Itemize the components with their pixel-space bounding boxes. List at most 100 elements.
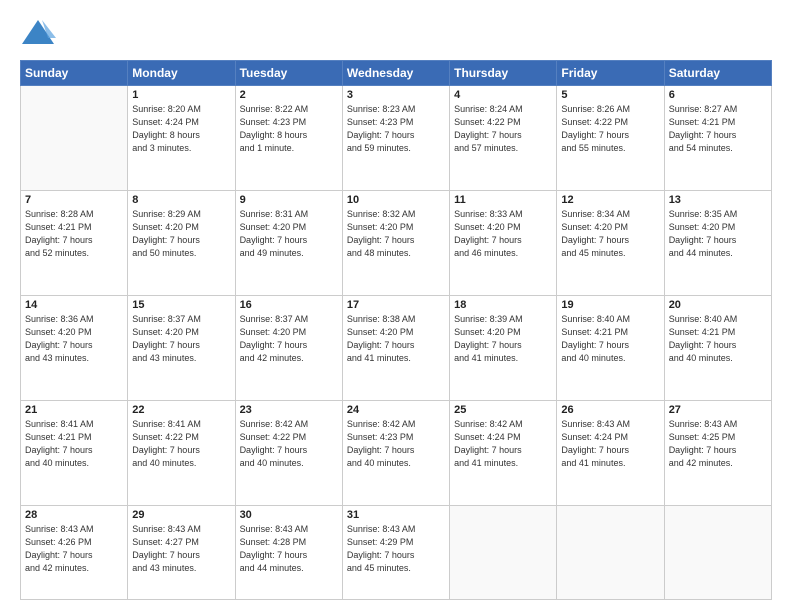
day-number: 31: [347, 509, 445, 521]
calendar-cell: 12Sunrise: 8:34 AMSunset: 4:20 PMDayligh…: [557, 191, 664, 296]
day-number: 30: [240, 509, 338, 521]
logo-icon: [20, 16, 56, 52]
day-number: 16: [240, 299, 338, 311]
day-number: 4: [454, 89, 552, 101]
day-info: Sunrise: 8:27 AMSunset: 4:21 PMDaylight:…: [669, 103, 767, 155]
day-info: Sunrise: 8:26 AMSunset: 4:22 PMDaylight:…: [561, 103, 659, 155]
day-info: Sunrise: 8:29 AMSunset: 4:20 PMDaylight:…: [132, 208, 230, 260]
day-number: 1: [132, 89, 230, 101]
calendar-cell: [450, 506, 557, 600]
day-number: 13: [669, 194, 767, 206]
day-info: Sunrise: 8:32 AMSunset: 4:20 PMDaylight:…: [347, 208, 445, 260]
day-info: Sunrise: 8:28 AMSunset: 4:21 PMDaylight:…: [25, 208, 123, 260]
calendar-cell: [664, 506, 771, 600]
calendar-cell: 9 Sunrise: 8:31 AMSunset: 4:20 PMDaylight…: [235, 191, 342, 296]
calendar-cell: 4 Sunrise: 8:24 AMSunset: 4:22 PMDaylight…: [450, 86, 557, 191]
calendar-cell: 31 Sunrise: 8:43 AMSunset: 4:29 PMDayligh…: [342, 506, 449, 600]
calendar-cell: 2 Sunrise: 8:22 AMSunset: 4:23 PMDaylight…: [235, 86, 342, 191]
weekday-header-row: SundayMondayTuesdayWednesdayThursdayFrid…: [21, 61, 772, 86]
day-number: 7: [25, 194, 123, 206]
calendar-cell: 14 Sunrise: 8:36 AMSunset: 4:20 PMDayligh…: [21, 296, 128, 401]
day-info: Sunrise: 8:31 AMSunset: 4:20 PMDaylight:…: [240, 208, 338, 260]
weekday-header-thursday: Thursday: [450, 61, 557, 86]
day-number: 11: [454, 194, 552, 206]
calendar-week-row: 28Sunrise: 8:43 AMSunset: 4:26 PMDayligh…: [21, 506, 772, 600]
day-info: Sunrise: 8:43 AMSunset: 4:29 PMDaylight:…: [347, 523, 445, 575]
day-number: 24: [347, 404, 445, 416]
day-number: 19: [561, 299, 659, 311]
day-number: 21: [25, 404, 123, 416]
day-number: 6: [669, 89, 767, 101]
day-info: Sunrise: 8:36 AMSunset: 4:20 PMDaylight:…: [25, 313, 123, 365]
calendar-cell: 17 Sunrise: 8:38 AMSunset: 4:20 PMDayligh…: [342, 296, 449, 401]
day-info: Sunrise: 8:40 AMSunset: 4:21 PMDaylight:…: [561, 313, 659, 365]
calendar-cell: 20Sunrise: 8:40 AMSunset: 4:21 PMDayligh…: [664, 296, 771, 401]
day-number: 23: [240, 404, 338, 416]
day-info: Sunrise: 8:20 AMSunset: 4:24 PMDaylight:…: [132, 103, 230, 155]
day-number: 14: [25, 299, 123, 311]
calendar-cell: 25 Sunrise: 8:42 AMSunset: 4:24 PMDayligh…: [450, 401, 557, 506]
calendar-week-row: 1 Sunrise: 8:20 AMSunset: 4:24 PMDaylight…: [21, 86, 772, 191]
day-number: 8: [132, 194, 230, 206]
weekday-header-monday: Monday: [128, 61, 235, 86]
calendar-cell: 8 Sunrise: 8:29 AMSunset: 4:20 PMDaylight…: [128, 191, 235, 296]
day-info: Sunrise: 8:43 AMSunset: 4:25 PMDaylight:…: [669, 418, 767, 470]
day-number: 3: [347, 89, 445, 101]
weekday-header-sunday: Sunday: [21, 61, 128, 86]
calendar-cell: 30 Sunrise: 8:43 AMSunset: 4:28 PMDayligh…: [235, 506, 342, 600]
day-number: 20: [669, 299, 767, 311]
calendar-cell: 7 Sunrise: 8:28 AMSunset: 4:21 PMDaylight…: [21, 191, 128, 296]
day-info: Sunrise: 8:22 AMSunset: 4:23 PMDaylight:…: [240, 103, 338, 155]
day-number: 29: [132, 509, 230, 521]
day-info: Sunrise: 8:38 AMSunset: 4:20 PMDaylight:…: [347, 313, 445, 365]
day-info: Sunrise: 8:43 AMSunset: 4:24 PMDaylight:…: [561, 418, 659, 470]
day-info: Sunrise: 8:43 AMSunset: 4:26 PMDaylight:…: [25, 523, 123, 575]
day-number: 15: [132, 299, 230, 311]
calendar-cell: 29Sunrise: 8:43 AMSunset: 4:27 PMDayligh…: [128, 506, 235, 600]
calendar-cell: 5 Sunrise: 8:26 AMSunset: 4:22 PMDaylight…: [557, 86, 664, 191]
day-number: 5: [561, 89, 659, 101]
day-number: 27: [669, 404, 767, 416]
day-info: Sunrise: 8:33 AMSunset: 4:20 PMDaylight:…: [454, 208, 552, 260]
calendar-week-row: 21 Sunrise: 8:41 AMSunset: 4:21 PMDayligh…: [21, 401, 772, 506]
day-info: Sunrise: 8:23 AMSunset: 4:23 PMDaylight:…: [347, 103, 445, 155]
day-number: 12: [561, 194, 659, 206]
day-info: Sunrise: 8:42 AMSunset: 4:22 PMDaylight:…: [240, 418, 338, 470]
calendar-cell: 15Sunrise: 8:37 AMSunset: 4:20 PMDayligh…: [128, 296, 235, 401]
calendar-cell: 27 Sunrise: 8:43 AMSunset: 4:25 PMDayligh…: [664, 401, 771, 506]
logo: [20, 16, 62, 52]
page-header: [20, 16, 772, 52]
calendar-cell: 24Sunrise: 8:42 AMSunset: 4:23 PMDayligh…: [342, 401, 449, 506]
day-info: Sunrise: 8:41 AMSunset: 4:22 PMDaylight:…: [132, 418, 230, 470]
calendar-cell: 19 Sunrise: 8:40 AMSunset: 4:21 PMDayligh…: [557, 296, 664, 401]
calendar-cell: 11 Sunrise: 8:33 AMSunset: 4:20 PMDayligh…: [450, 191, 557, 296]
calendar-cell: 21 Sunrise: 8:41 AMSunset: 4:21 PMDayligh…: [21, 401, 128, 506]
day-info: Sunrise: 8:35 AMSunset: 4:20 PMDaylight:…: [669, 208, 767, 260]
day-number: 22: [132, 404, 230, 416]
weekday-header-wednesday: Wednesday: [342, 61, 449, 86]
weekday-header-saturday: Saturday: [664, 61, 771, 86]
calendar-cell: 3 Sunrise: 8:23 AMSunset: 4:23 PMDaylight…: [342, 86, 449, 191]
day-number: 17: [347, 299, 445, 311]
calendar-cell: 28Sunrise: 8:43 AMSunset: 4:26 PMDayligh…: [21, 506, 128, 600]
calendar-cell: 18 Sunrise: 8:39 AMSunset: 4:20 PMDayligh…: [450, 296, 557, 401]
calendar-week-row: 14 Sunrise: 8:36 AMSunset: 4:20 PMDayligh…: [21, 296, 772, 401]
calendar-cell: 26 Sunrise: 8:43 AMSunset: 4:24 PMDayligh…: [557, 401, 664, 506]
weekday-header-friday: Friday: [557, 61, 664, 86]
day-info: Sunrise: 8:39 AMSunset: 4:20 PMDaylight:…: [454, 313, 552, 365]
weekday-header-tuesday: Tuesday: [235, 61, 342, 86]
day-number: 2: [240, 89, 338, 101]
calendar-week-row: 7 Sunrise: 8:28 AMSunset: 4:21 PMDaylight…: [21, 191, 772, 296]
calendar-cell: 16Sunrise: 8:37 AMSunset: 4:20 PMDayligh…: [235, 296, 342, 401]
day-info: Sunrise: 8:41 AMSunset: 4:21 PMDaylight:…: [25, 418, 123, 470]
calendar-cell: 22 Sunrise: 8:41 AMSunset: 4:22 PMDayligh…: [128, 401, 235, 506]
day-number: 9: [240, 194, 338, 206]
day-info: Sunrise: 8:24 AMSunset: 4:22 PMDaylight:…: [454, 103, 552, 155]
day-number: 25: [454, 404, 552, 416]
calendar-cell: 1 Sunrise: 8:20 AMSunset: 4:24 PMDaylight…: [128, 86, 235, 191]
calendar-cell: 10Sunrise: 8:32 AMSunset: 4:20 PMDayligh…: [342, 191, 449, 296]
day-number: 26: [561, 404, 659, 416]
day-info: Sunrise: 8:42 AMSunset: 4:24 PMDaylight:…: [454, 418, 552, 470]
day-info: Sunrise: 8:43 AMSunset: 4:28 PMDaylight:…: [240, 523, 338, 575]
day-number: 18: [454, 299, 552, 311]
